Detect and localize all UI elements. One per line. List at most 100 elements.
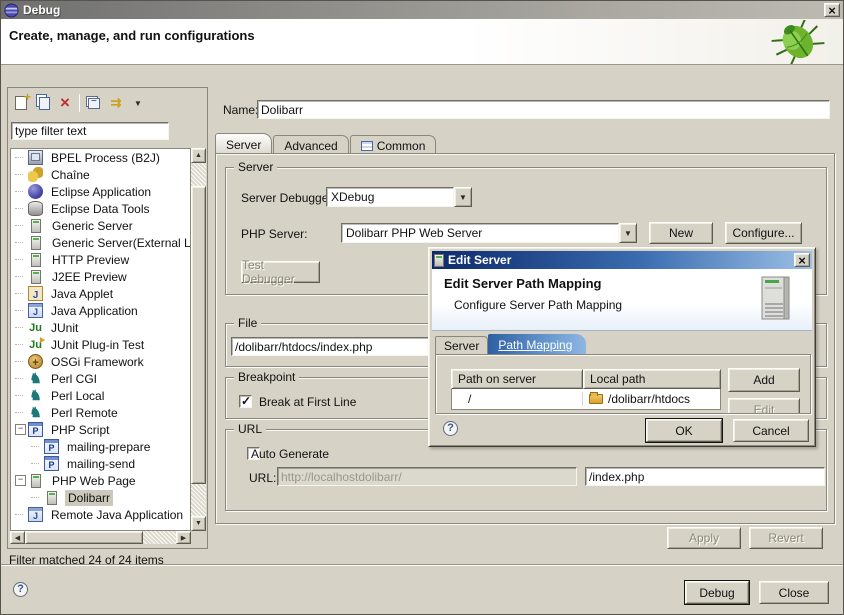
break-first-line-checkbox[interactable] — [239, 395, 252, 408]
tree-item[interactable]: JUnit — [11, 319, 190, 336]
test-debugger-button[interactable]: Test Debugger — [241, 261, 320, 283]
dropdown-arrow-icon[interactable]: ▼ — [619, 223, 637, 243]
tree-item[interactable]: Generic Server(External La — [11, 234, 190, 251]
dialog-tab-server[interactable]: Server — [435, 336, 488, 354]
common-tab-icon — [361, 141, 373, 151]
tree-expander-icon[interactable] — [31, 497, 44, 498]
tree-horizontal-scrollbar[interactable]: ◀ ▶ — [10, 531, 191, 544]
filter-menu-caret-icon[interactable] — [127, 92, 149, 114]
dialog-titlebar[interactable]: Edit Server — [432, 251, 812, 269]
tree-item[interactable]: OSGi Framework — [11, 353, 190, 370]
tree-item[interactable]: BPEL Process (B2J) — [11, 149, 190, 166]
delete-config-icon[interactable] — [54, 92, 76, 114]
dialog-help-icon[interactable] — [443, 421, 458, 436]
tree-expander-icon[interactable] — [15, 475, 28, 486]
new-server-button[interactable]: New — [649, 222, 713, 244]
tree-item[interactable]: Chaîne — [11, 166, 190, 183]
tree-item[interactable]: Perl Local — [11, 387, 190, 404]
tree-expander-icon[interactable] — [15, 191, 28, 192]
dialog-close-button[interactable] — [794, 253, 810, 267]
scroll-down-icon[interactable]: ▼ — [191, 516, 206, 531]
tree-item-icon — [28, 507, 43, 522]
collapse-all-icon[interactable] — [83, 92, 105, 114]
tree-expander-icon[interactable] — [15, 412, 28, 413]
apply-button[interactable]: Apply — [667, 527, 741, 549]
tree-expander-icon[interactable] — [15, 344, 28, 345]
vertical-scroll-thumb[interactable] — [191, 186, 206, 484]
scroll-up-icon[interactable]: ▲ — [191, 148, 206, 163]
horizontal-scroll-thumb[interactable] — [25, 531, 143, 544]
revert-button[interactable]: Revert — [749, 527, 823, 549]
ok-button[interactable]: OK — [646, 419, 722, 442]
tree-vertical-scrollbar[interactable]: ▲ ▼ — [191, 148, 206, 531]
dialog-subheading: Configure Server Path Mapping — [454, 298, 622, 312]
tree-item[interactable]: Perl CGI — [11, 370, 190, 387]
help-icon[interactable] — [13, 582, 28, 597]
configure-server-button[interactable]: Configure... — [725, 222, 802, 244]
tree-item[interactable]: HTTP Preview — [11, 251, 190, 268]
tree-expander-icon[interactable] — [15, 208, 28, 209]
tree-item[interactable]: Generic Server — [11, 217, 190, 234]
new-config-icon[interactable] — [10, 92, 32, 114]
debug-button[interactable]: Debug — [685, 581, 749, 604]
footer-separator — [1, 564, 843, 566]
tree-expander-icon[interactable] — [15, 361, 28, 362]
filter-icon[interactable] — [105, 92, 127, 114]
tab-advanced[interactable]: Advanced — [273, 135, 348, 154]
tree-expander-icon[interactable] — [15, 225, 28, 226]
tree-expander-icon[interactable] — [15, 395, 28, 396]
dropdown-arrow-icon[interactable]: ▼ — [454, 187, 472, 207]
tree-item[interactable]: Perl Remote — [11, 404, 190, 421]
tree-item[interactable]: mailing-prepare — [11, 438, 190, 455]
tree-item[interactable]: PHP Web Page — [11, 472, 190, 489]
tree-expander-icon[interactable] — [15, 514, 28, 515]
tree-item[interactable]: Java Applet — [11, 285, 190, 302]
tree-item-label: Eclipse Data Tools — [48, 201, 153, 217]
tab-common[interactable]: Common — [350, 135, 437, 154]
url-base-input[interactable] — [277, 467, 577, 486]
tree-expander-icon[interactable] — [15, 174, 28, 175]
tree-expander-icon[interactable] — [31, 446, 44, 447]
tree-item[interactable]: Eclipse Application — [11, 183, 190, 200]
column-path-on-server[interactable]: Path on server — [451, 369, 583, 389]
tree-item-icon — [31, 474, 41, 488]
add-mapping-button[interactable]: Add — [728, 368, 800, 392]
tree-expander-icon[interactable] — [15, 327, 28, 328]
duplicate-config-icon[interactable] — [32, 92, 54, 114]
server-debugger-select[interactable]: XDebug ▼ — [326, 187, 472, 207]
tree-expander-icon[interactable] — [15, 310, 28, 311]
tree-expander-icon[interactable] — [15, 378, 28, 379]
edit-mapping-button[interactable]: Edit — [728, 398, 800, 414]
scroll-right-icon[interactable]: ▶ — [176, 531, 191, 544]
tree-item[interactable]: mailing-send — [11, 455, 190, 472]
table-row[interactable]: / /dolibarr/htdocs — [452, 389, 720, 409]
name-input[interactable] — [257, 100, 830, 119]
url-path-input[interactable] — [585, 467, 825, 486]
tree-item[interactable]: Dolibarr — [11, 489, 190, 506]
tree-expander-icon[interactable] — [15, 424, 28, 435]
bug-icon — [767, 20, 829, 64]
tree-expander-icon[interactable] — [15, 157, 28, 158]
window-close-button[interactable] — [824, 3, 840, 17]
tree-item[interactable]: J2EE Preview — [11, 268, 190, 285]
tree-expander-icon[interactable] — [15, 276, 28, 277]
column-local-path[interactable]: Local path — [583, 369, 721, 389]
tree-expander-icon[interactable] — [15, 293, 28, 294]
php-server-select[interactable]: Dolibarr PHP Web Server ▼ — [341, 223, 637, 243]
tree-expander-icon[interactable] — [15, 242, 28, 243]
window-titlebar[interactable]: Debug — [1, 1, 843, 19]
tree-expander-icon[interactable] — [15, 259, 28, 260]
type-filter-input[interactable] — [11, 122, 169, 140]
scroll-left-icon[interactable]: ◀ — [10, 531, 25, 544]
tree-item[interactable]: PHP Script — [11, 421, 190, 438]
tree-item-icon — [28, 201, 43, 216]
tree-item[interactable]: Remote Java Application — [11, 506, 190, 523]
tree-expander-icon[interactable] — [31, 463, 44, 464]
tree-item[interactable]: Java Application — [11, 302, 190, 319]
tree-item[interactable]: JUnit Plug-in Test — [11, 336, 190, 353]
cancel-button[interactable]: Cancel — [733, 419, 809, 442]
tab-server[interactable]: Server — [215, 133, 272, 154]
close-button[interactable]: Close — [759, 581, 829, 604]
dialog-tab-path-mapping[interactable]: Path Mapping — [488, 334, 586, 354]
tree-item[interactable]: Eclipse Data Tools — [11, 200, 190, 217]
